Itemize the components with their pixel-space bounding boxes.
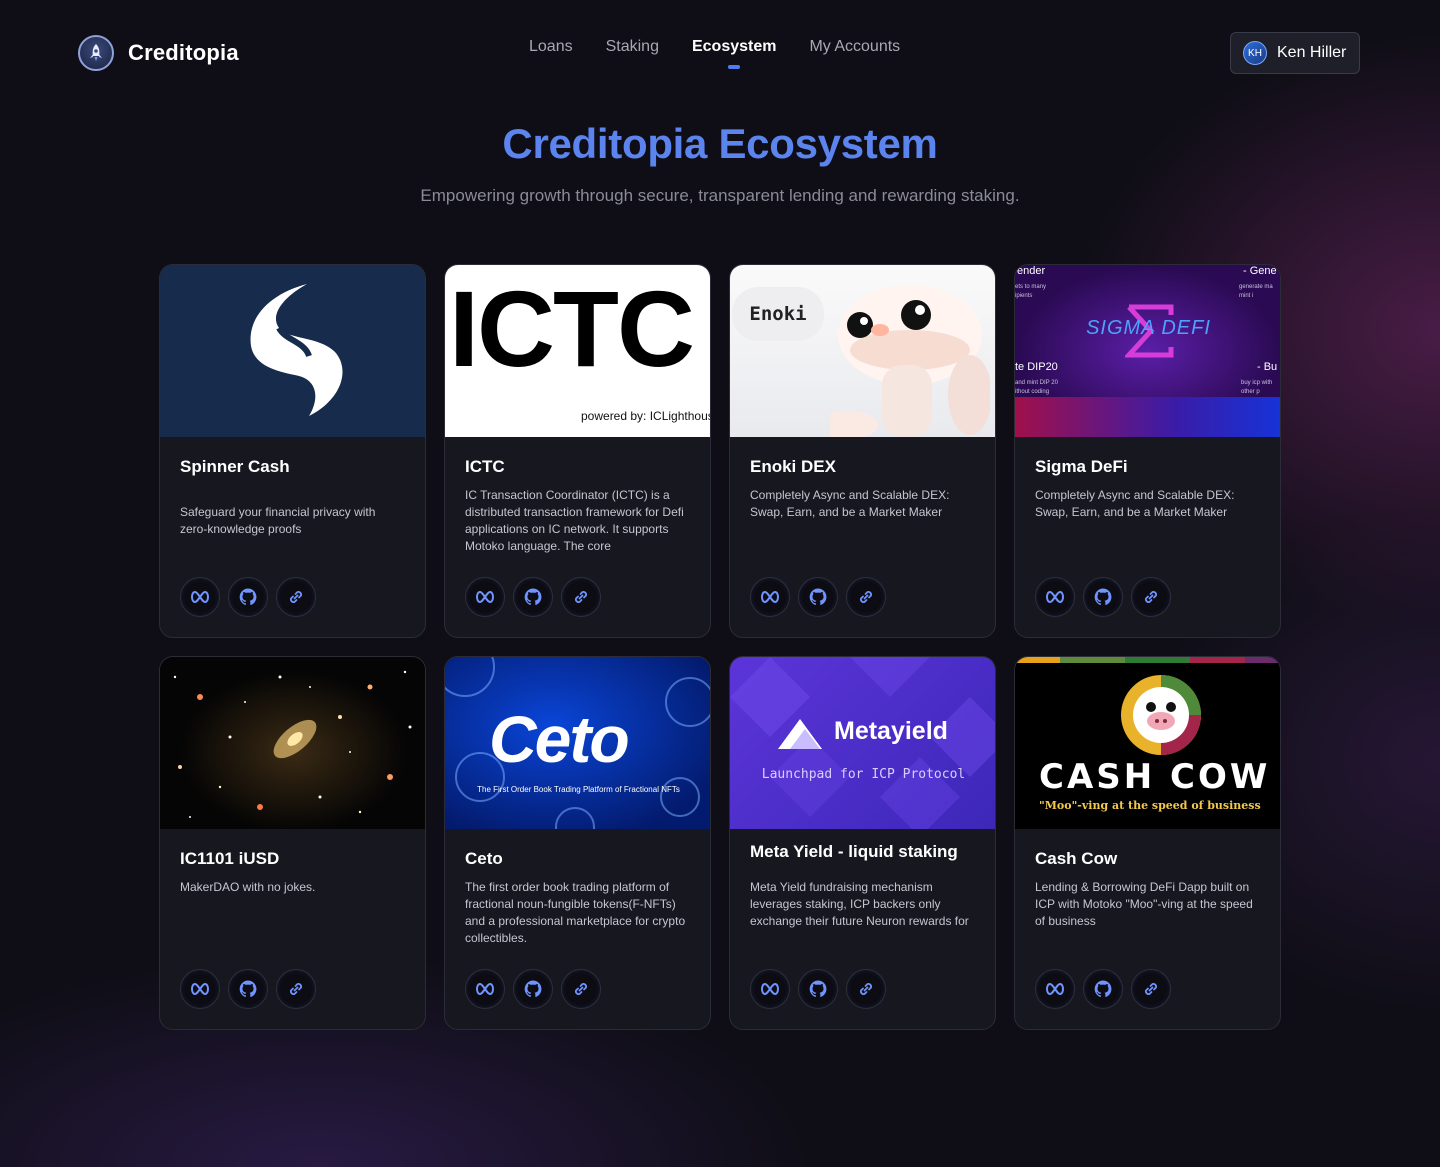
user-account-button[interactable]: KH Ken Hiller — [1230, 32, 1360, 74]
cash-cow-logo-text: CASH COW — [1039, 757, 1271, 797]
card-title: ICTC — [465, 457, 505, 476]
sigma-tiny-text: ets to many ipients — [1015, 284, 1047, 299]
link-icon[interactable] — [561, 577, 601, 617]
rocket-logo-icon — [78, 35, 114, 71]
link-icon[interactable] — [276, 969, 316, 1009]
metayield-logo-text: Metayield — [834, 717, 948, 745]
nav-loans[interactable]: Loans — [529, 38, 573, 56]
card-description: Safeguard your financial privacy with ze… — [180, 505, 376, 536]
galaxy-starfield-image — [160, 657, 425, 829]
sigma-tiny-text: and mint DIP 20 ithout coding — [1015, 380, 1058, 395]
link-icon[interactable] — [276, 577, 316, 617]
top-header: Creditopia Loans Staking Ecosystem My Ac… — [0, 0, 1440, 100]
card-description: Meta Yield fundraising mechanism leverag… — [750, 880, 969, 928]
card-description: Lending & Borrowing DeFi Dapp built on I… — [1035, 880, 1253, 928]
github-icon[interactable] — [798, 969, 838, 1009]
dfinity-icon[interactable] — [180, 969, 220, 1009]
sigma-corner-text: - Bu — [1257, 361, 1278, 373]
card-title: Meta Yield - liquid staking — [750, 842, 958, 861]
ictc-image-caption: powered by: ICLighthous — [581, 409, 711, 423]
nav-staking[interactable]: Staking — [606, 38, 659, 56]
github-icon[interactable] — [513, 969, 553, 1009]
card-links — [180, 969, 316, 1009]
github-icon[interactable] — [228, 577, 268, 617]
main-nav: Loans Staking Ecosystem My Accounts — [529, 38, 900, 69]
project-card-meta-yield[interactable]: Metayield Launchpad for ICP Protocol Met… — [729, 656, 996, 1030]
card-links — [465, 577, 601, 617]
dfinity-icon[interactable] — [750, 969, 790, 1009]
link-icon[interactable] — [1131, 969, 1171, 1009]
card-description: Completely Async and Scalable DEX: Swap,… — [750, 488, 950, 519]
project-card-enoki-dex[interactable]: Enoki Enoki DEX Completely Async and Sca… — [729, 264, 996, 638]
dfinity-icon[interactable] — [1035, 969, 1075, 1009]
cow-logo-icon — [1121, 675, 1201, 755]
card-description: The first order book trading platform of… — [465, 880, 686, 945]
sigma-tiny-text: buy icp with other p — [1241, 380, 1273, 395]
card-title: Ceto — [465, 849, 503, 868]
ictc-image-title: ICTC — [449, 268, 695, 389]
card-links — [1035, 577, 1171, 617]
dfinity-icon[interactable] — [1035, 577, 1075, 617]
brand-name: Creditopia — [128, 40, 239, 65]
project-card-spinner-cash[interactable]: Spinner Cash Safeguard your financial pr… — [159, 264, 426, 638]
link-icon[interactable] — [1131, 577, 1171, 617]
card-title: IC1101 iUSD — [180, 849, 280, 868]
cash-cow-tagline: "Moo"-ving at the speed of business — [1039, 799, 1261, 812]
link-icon[interactable] — [561, 969, 601, 1009]
card-links — [750, 969, 886, 1009]
ceto-banner-image: Ceto The First Order Book Trading Platfo… — [445, 657, 710, 829]
user-name: Ken Hiller — [1277, 44, 1347, 61]
card-links — [180, 577, 316, 617]
link-icon[interactable] — [846, 969, 886, 1009]
project-card-ic1101-iusd[interactable]: IC1101 iUSD MakerDAO with no jokes. — [159, 656, 426, 1030]
project-card-sigma-defi[interactable]: ender ets to many ipients - Gene generat… — [1014, 264, 1281, 638]
enoki-mushroom-image: Enoki — [730, 265, 995, 437]
sigma-defi-banner-image: ender ets to many ipients - Gene generat… — [1015, 265, 1280, 437]
spinner-cash-logo-image — [160, 265, 425, 437]
github-icon[interactable] — [798, 577, 838, 617]
sigma-corner-text: ender — [1017, 265, 1046, 277]
brand[interactable]: Creditopia — [78, 35, 239, 71]
nav-my-accounts[interactable]: My Accounts — [809, 38, 900, 56]
project-card-cash-cow[interactable]: CASH COW "Moo"-ving at the speed of busi… — [1014, 656, 1281, 1030]
metayield-tagline: Launchpad for ICP Protocol — [761, 767, 966, 782]
card-description: IC Transaction Coordinator (ICTC) is a d… — [465, 488, 684, 553]
card-links — [465, 969, 601, 1009]
card-title: Spinner Cash — [180, 457, 290, 476]
sigma-corner-text: - Gene — [1243, 265, 1277, 277]
ecosystem-grid: Spinner Cash Safeguard your financial pr… — [159, 264, 1281, 1030]
mushroom-mascot-icon — [830, 285, 990, 437]
github-icon[interactable] — [513, 577, 553, 617]
ceto-tagline: The First Order Book Trading Platform of… — [477, 785, 680, 794]
dfinity-icon[interactable] — [465, 577, 505, 617]
dfinity-icon[interactable] — [180, 577, 220, 617]
github-icon[interactable] — [1083, 577, 1123, 617]
sigma-tiny-text: generate ma mint i — [1239, 284, 1273, 299]
ceto-logo-text: Ceto — [489, 702, 630, 776]
github-icon[interactable] — [1083, 969, 1123, 1009]
github-icon[interactable] — [228, 969, 268, 1009]
link-icon[interactable] — [846, 577, 886, 617]
card-links — [1035, 969, 1171, 1009]
card-title: Sigma DeFi — [1035, 457, 1128, 476]
dfinity-icon[interactable] — [465, 969, 505, 1009]
dfinity-icon[interactable] — [750, 577, 790, 617]
metayield-banner-image: Metayield Launchpad for ICP Protocol — [730, 657, 995, 829]
card-links — [750, 577, 886, 617]
card-title: Enoki DEX — [750, 457, 836, 476]
sigma-logo-text: SIGMA DEFI — [1086, 317, 1211, 339]
page-title: Creditopia Ecosystem — [502, 120, 938, 167]
card-description: Completely Async and Scalable DEX: Swap,… — [1035, 488, 1235, 519]
project-card-ceto[interactable]: Ceto The First Order Book Trading Platfo… — [444, 656, 711, 1030]
page-subtitle: Empowering growth through secure, transp… — [420, 186, 1020, 205]
sigma-corner-text: te DIP20 — [1015, 361, 1058, 373]
card-description: MakerDAO with no jokes. — [180, 880, 316, 894]
project-card-ictc[interactable]: ICTC powered by: ICLighthous ICTC IC Tra… — [444, 264, 711, 638]
card-title: Cash Cow — [1035, 849, 1118, 868]
avatar: KH — [1243, 41, 1267, 65]
cash-cow-banner-image: CASH COW "Moo"-ving at the speed of busi… — [1015, 657, 1280, 829]
enoki-speech-bubble: Enoki — [732, 287, 824, 341]
ictc-logo-image: ICTC powered by: ICLighthous — [445, 265, 711, 437]
nav-ecosystem[interactable]: Ecosystem — [692, 38, 776, 69]
